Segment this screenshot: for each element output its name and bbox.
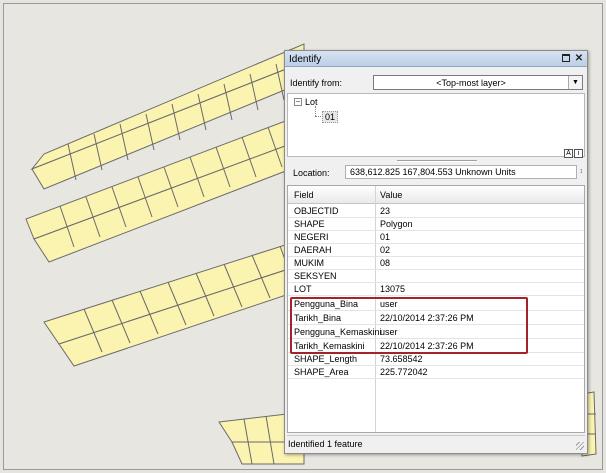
grid-header: Field Value xyxy=(288,186,584,204)
table-row[interactable]: OBJECTID 23 xyxy=(288,205,584,218)
field-name: LOT xyxy=(294,284,312,294)
identify-from-label: Identify from: xyxy=(290,78,343,88)
location-label: Location: xyxy=(293,168,330,178)
field-value: Polygon xyxy=(380,219,413,229)
field-value: 225.772042 xyxy=(380,367,428,377)
collapse-icon[interactable]: − xyxy=(294,98,302,106)
float-window-button[interactable] xyxy=(561,53,571,64)
location-value: 638,612.825 167,804.553 Unknown Units xyxy=(345,165,577,179)
table-row[interactable]: DAERAH 02 xyxy=(288,244,584,257)
field-value: 02 xyxy=(380,245,391,255)
identify-from-value: <Top-most layer> xyxy=(436,78,506,88)
tree-node-feature[interactable]: 01 xyxy=(322,111,339,123)
splitter-grip[interactable] xyxy=(397,160,477,162)
panel-splitter[interactable] xyxy=(287,157,585,165)
table-row[interactable]: LOT 13075 xyxy=(288,283,584,296)
table-row[interactable]: SHAPE Polygon xyxy=(288,218,584,231)
table-row[interactable]: SHAPE_Area 225.772042 xyxy=(288,366,584,379)
field-value: 13075 xyxy=(380,284,406,294)
scroll-icon[interactable]: ↕ xyxy=(580,168,584,175)
table-row[interactable]: MUKIM 08 xyxy=(288,257,584,270)
field-value: 73.658542 xyxy=(380,354,423,364)
identify-from-dropdown[interactable]: <Top-most layer> ▼ xyxy=(373,75,583,90)
tree-connector xyxy=(315,106,316,116)
tree-connector xyxy=(315,116,321,117)
identify-window[interactable]: Identify ✕ Identify from: <Top-most laye… xyxy=(284,50,588,454)
status-text: Identified 1 feature xyxy=(288,439,363,449)
title-bar[interactable]: Identify ✕ xyxy=(285,51,587,67)
column-header-value[interactable]: Value xyxy=(380,190,402,200)
field-name: OBJECTID xyxy=(294,206,339,216)
field-name: SEKSYEN xyxy=(294,271,337,281)
highlight-box xyxy=(290,297,528,354)
attribute-grid[interactable]: Field Value OBJECTID 23 SHAPE Polygon NEGE… xyxy=(287,185,585,433)
table-row[interactable]: SHAPE_Length 73.658542 xyxy=(288,353,584,366)
field-name: NEGERI xyxy=(294,232,329,242)
field-name: MUKIM xyxy=(294,258,324,268)
location-row: Location: 638,612.825 167,804.553 Unknow… xyxy=(287,165,585,181)
results-tree[interactable]: − Lot 01 xyxy=(287,93,585,157)
field-name: SHAPE_Area xyxy=(294,367,349,377)
field-name: SHAPE_Length xyxy=(294,354,358,364)
close-button[interactable]: ✕ xyxy=(574,53,584,64)
field-value: 23 xyxy=(380,206,391,216)
identify-from-row: Identify from: <Top-most layer> ▼ xyxy=(289,75,583,91)
resize-grip-icon[interactable] xyxy=(576,442,584,450)
chevron-down-icon[interactable]: ▼ xyxy=(568,76,582,89)
table-row[interactable]: NEGERI 01 xyxy=(288,231,584,244)
field-value: 01 xyxy=(380,232,391,242)
window-title: Identify xyxy=(289,54,322,65)
field-name: DAERAH xyxy=(294,245,332,255)
field-name: SHAPE xyxy=(294,219,325,229)
table-row[interactable]: SEKSYEN xyxy=(288,270,584,283)
float-icon xyxy=(562,54,570,62)
column-header-field[interactable]: Field xyxy=(294,190,314,200)
status-bar: Identified 1 feature xyxy=(287,435,585,451)
field-value: 08 xyxy=(380,258,391,268)
